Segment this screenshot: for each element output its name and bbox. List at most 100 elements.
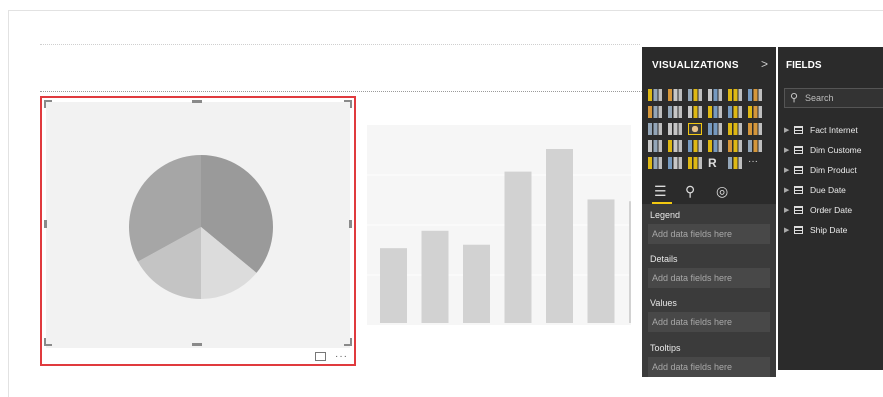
- table-icon: [794, 146, 803, 154]
- field-table-item[interactable]: ▶ Ship Date: [784, 224, 883, 238]
- resize-handle-left[interactable]: [44, 220, 47, 228]
- column-chart-visual[interactable]: [367, 125, 631, 325]
- map-icon[interactable]: [748, 123, 762, 135]
- pie-chart-visual[interactable]: ···: [40, 96, 356, 366]
- legend-well-dropzone[interactable]: Add data fields here: [648, 224, 770, 244]
- field-table-item[interactable]: ▶ Fact Internet: [784, 124, 883, 138]
- more-options-icon[interactable]: ···: [335, 351, 348, 362]
- 100-bar-icon[interactable]: [728, 89, 742, 101]
- fields-search-input[interactable]: ⚲ Search: [784, 88, 883, 108]
- pie-chart-icon[interactable]: [688, 123, 702, 135]
- resize-handle-bottom[interactable]: [192, 343, 202, 346]
- pie-chart-placeholder: [129, 155, 273, 299]
- canvas-top-border: [8, 10, 883, 11]
- report-canvas: ··· VISUALIZATIONS > R ··· ☰ ⚲ ◎ Legend A…: [0, 0, 883, 397]
- placeholder-bar: [504, 171, 532, 323]
- column-chart-placeholder: [367, 149, 631, 323]
- field-table-label: Dim Custome: [810, 145, 862, 155]
- expand-arrow-icon[interactable]: ▶: [784, 226, 789, 234]
- line-chart-icon[interactable]: [648, 106, 662, 118]
- search-icon: ⚲: [790, 92, 799, 104]
- placeholder-bar: [587, 199, 615, 323]
- resize-handle-top[interactable]: [192, 100, 202, 103]
- placeholder-bar: [463, 244, 490, 323]
- expand-arrow-icon[interactable]: ▶: [784, 166, 789, 174]
- stacked-column-icon[interactable]: [668, 89, 682, 101]
- page-guide-line: [40, 91, 642, 92]
- visualizations-pane: VISUALIZATIONS > R ··· ☰ ⚲ ◎ Legend Add d…: [642, 47, 776, 377]
- scatter-icon[interactable]: [668, 123, 682, 135]
- clustered-bar-icon[interactable]: [688, 89, 702, 101]
- expand-arrow-icon[interactable]: ▶: [784, 206, 789, 214]
- field-table-item[interactable]: ▶ Order Date: [784, 204, 883, 218]
- tooltips-well-dropzone[interactable]: Add data fields here: [648, 357, 770, 377]
- field-wells: Legend Add data fields here Details Add …: [642, 205, 776, 377]
- gauge-icon[interactable]: [688, 140, 702, 152]
- resize-handle-bottom-left[interactable]: [44, 338, 52, 346]
- pie-placeholder-background: [46, 102, 350, 348]
- resize-handle-right[interactable]: [349, 220, 352, 228]
- details-well-dropzone[interactable]: Add data fields here: [648, 268, 770, 288]
- placeholder-bar: [546, 149, 573, 323]
- resize-handle-top-left[interactable]: [44, 100, 52, 108]
- fields-tab-icon[interactable]: ☰: [654, 183, 667, 200]
- waterfall-icon[interactable]: [648, 123, 662, 135]
- table-icon: [794, 226, 803, 234]
- fields-title: FIELDS: [786, 60, 822, 71]
- field-table-label: Order Date: [810, 205, 853, 215]
- funnel-icon[interactable]: [668, 140, 682, 152]
- clustered-column-icon[interactable]: [708, 89, 722, 101]
- r-visual-icon[interactable]: R: [708, 157, 722, 169]
- values-well-dropzone[interactable]: Add data fields here: [648, 312, 770, 332]
- line-clustered-icon[interactable]: [728, 106, 742, 118]
- collapse-pane-icon[interactable]: >: [761, 57, 768, 71]
- placeholder-bar: [629, 201, 631, 323]
- 100-column-icon[interactable]: [748, 89, 762, 101]
- donut-chart-icon[interactable]: [708, 123, 722, 135]
- resize-handle-top-right[interactable]: [344, 100, 352, 108]
- ribbon-chart-icon[interactable]: [748, 106, 762, 118]
- treemap-icon[interactable]: [728, 123, 742, 135]
- field-table-item[interactable]: ▶ Dim Custome: [784, 144, 883, 158]
- kpi-icon[interactable]: [748, 140, 762, 152]
- tooltips-well-label: Tooltips: [650, 343, 681, 353]
- matrix-icon[interactable]: [688, 157, 702, 169]
- search-placeholder: Search: [805, 93, 834, 103]
- stacked-bar-icon[interactable]: [648, 89, 662, 101]
- card-icon[interactable]: [708, 140, 722, 152]
- active-tab-indicator: [652, 202, 672, 204]
- fields-pane: FIELDS ⚲ Search ▶ Fact Internet ▶ Dim Cu…: [778, 47, 883, 370]
- table-icon: [794, 186, 803, 194]
- field-table-label: Due Date: [810, 185, 846, 195]
- placeholder-bar: [421, 230, 449, 323]
- stacked-area-icon[interactable]: [688, 106, 702, 118]
- expand-arrow-icon[interactable]: ▶: [784, 126, 789, 134]
- more-visuals-icon[interactable]: ···: [748, 157, 762, 169]
- analytics-tab-icon[interactable]: ◎: [716, 183, 728, 200]
- table-icon: [794, 206, 803, 214]
- field-table-item[interactable]: ▶ Dim Product: [784, 164, 883, 178]
- canvas-left-border: [8, 10, 9, 397]
- expand-arrow-icon[interactable]: ▶: [784, 146, 789, 154]
- slicer-icon[interactable]: [648, 157, 662, 169]
- visualizations-title: VISUALIZATIONS: [652, 60, 739, 71]
- expand-arrow-icon[interactable]: ▶: [784, 186, 789, 194]
- pane-tabs: ☰ ⚲ ◎: [642, 179, 776, 205]
- table-icon[interactable]: [668, 157, 682, 169]
- focus-mode-icon[interactable]: [315, 352, 326, 361]
- field-table-item[interactable]: ▶ Due Date: [784, 184, 883, 198]
- table-icon: [794, 166, 803, 174]
- globe-icon[interactable]: [728, 157, 742, 169]
- area-chart-icon[interactable]: [668, 106, 682, 118]
- multi-row-card-icon[interactable]: [728, 140, 742, 152]
- format-tab-icon[interactable]: ⚲: [685, 183, 695, 200]
- legend-well-label: Legend: [650, 210, 681, 220]
- field-table-label: Fact Internet: [810, 125, 858, 135]
- visualizations-header: VISUALIZATIONS >: [642, 47, 776, 83]
- resize-handle-bottom-right[interactable]: [344, 338, 352, 346]
- filled-map-icon[interactable]: [648, 140, 662, 152]
- line-column-icon[interactable]: [708, 106, 722, 118]
- table-icon: [794, 126, 803, 134]
- placeholder-bar: [380, 248, 407, 323]
- details-well-label: Details: [650, 254, 678, 264]
